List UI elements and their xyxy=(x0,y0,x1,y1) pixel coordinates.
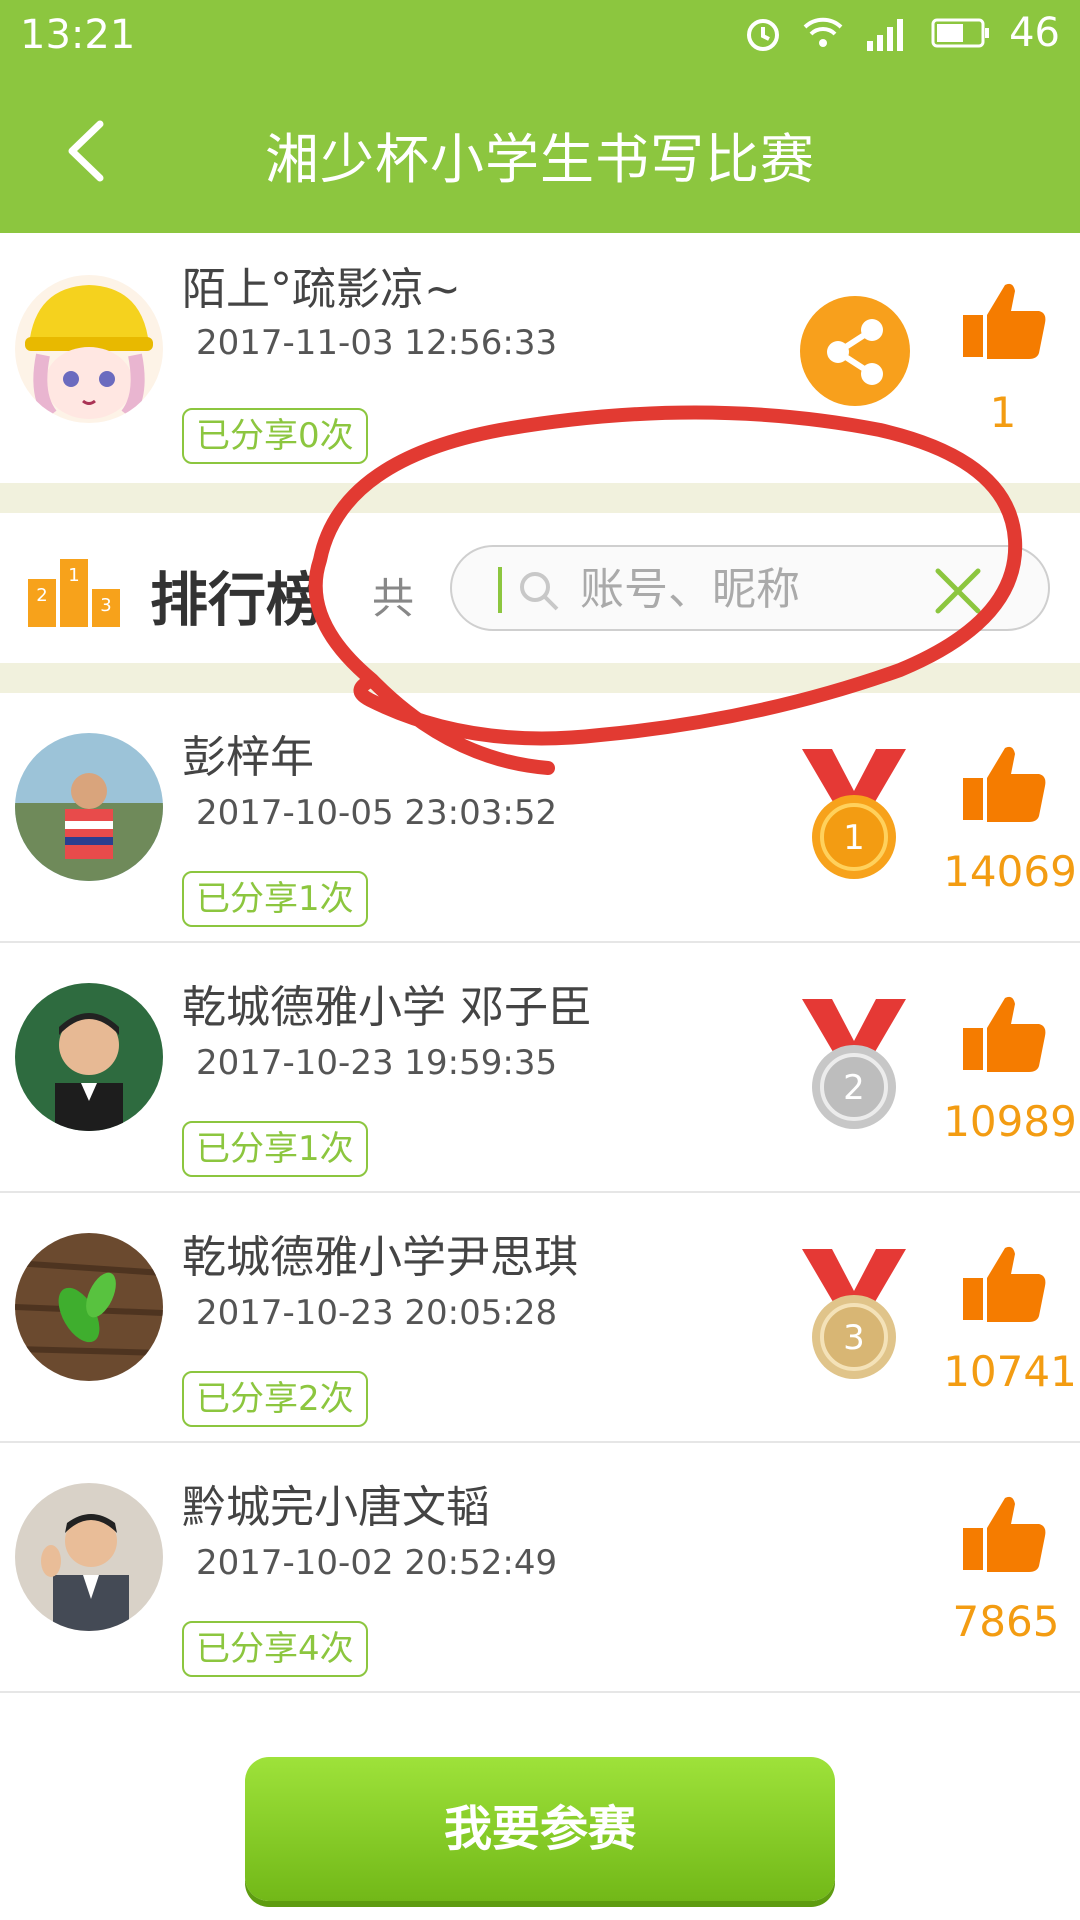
podium-icon: 213 xyxy=(28,559,120,627)
ranking-header: 213 排行榜 共 xyxy=(0,513,1080,663)
current-user-card: 陌上°疏影凉~ 2017-11-03 12:56:33 已分享0次 1 xyxy=(0,233,1080,483)
entry-date: 2017-10-05 23:03:52 xyxy=(196,793,558,833)
shared-count-badge: 已分享4次 xyxy=(182,1621,368,1677)
entry-name: 彭梓年 xyxy=(182,732,314,783)
share-button[interactable] xyxy=(800,296,910,406)
shared-count-badge: 已分享0次 xyxy=(182,408,368,464)
entry-name: 黔城完小唐文韬 xyxy=(182,1482,490,1533)
avatar xyxy=(15,1233,163,1381)
section-divider xyxy=(0,483,1080,513)
like-count: 10989 xyxy=(943,1097,1077,1146)
status-time: 13:21 xyxy=(20,12,136,58)
thumbs-up-icon[interactable] xyxy=(955,1488,1051,1584)
ranking-row[interactable]: 乾城德雅小学 邓子臣 2017-10-23 19:59:35 已分享1次 2 1… xyxy=(0,943,1080,1193)
like-count: 14069 xyxy=(943,847,1077,896)
search-icon xyxy=(520,572,559,611)
search-box[interactable] xyxy=(450,545,1050,631)
top-app-bar: 13:21 46 湘少杯小学生书写比赛 xyxy=(0,0,1080,233)
signal-icon xyxy=(867,19,904,51)
wifi-icon xyxy=(803,17,843,47)
entry-date: 2017-10-23 19:59:35 xyxy=(196,1043,558,1083)
alarm-icon xyxy=(747,19,780,51)
user-name: 陌上°疏影凉~ xyxy=(182,264,461,315)
section-divider xyxy=(0,663,1080,693)
text-cursor xyxy=(498,567,502,613)
share-icon xyxy=(827,319,883,385)
svg-text:2: 2 xyxy=(843,1068,865,1108)
entry-name: 乾城德雅小学 邓子臣 xyxy=(182,982,592,1033)
status-bar: 13:21 46 xyxy=(0,0,1080,66)
shared-count-badge: 已分享1次 xyxy=(182,871,368,927)
entry-date: 2017-10-02 20:52:49 xyxy=(196,1543,558,1583)
ranking-row[interactable]: 黔城完小唐文韬 2017-10-02 20:52:49 已分享4次 7865 xyxy=(0,1443,1080,1693)
battery-icon xyxy=(931,18,990,48)
avatar xyxy=(15,1483,163,1631)
shared-count-badge: 已分享2次 xyxy=(182,1371,368,1427)
thumbs-up-icon[interactable] xyxy=(955,1238,1051,1334)
like-count: 10741 xyxy=(943,1347,1077,1396)
svg-text:1: 1 xyxy=(68,565,79,586)
shared-count-badge: 已分享1次 xyxy=(182,1121,368,1177)
silver-medal-icon: 2 xyxy=(802,999,906,1129)
gold-medal-icon: 1 xyxy=(802,749,906,879)
svg-text:3: 3 xyxy=(843,1318,865,1358)
entry-date: 2017-10-23 20:05:28 xyxy=(196,1293,558,1333)
ranking-row[interactable]: 彭梓年 2017-10-05 23:03:52 已分享1次 1 14069 xyxy=(0,693,1080,943)
avatar xyxy=(15,733,163,881)
svg-text:2: 2 xyxy=(36,585,47,606)
svg-text:3: 3 xyxy=(100,595,111,616)
thumbs-up-icon[interactable] xyxy=(955,275,1051,371)
status-icons: 46 xyxy=(743,10,1060,56)
clear-icon[interactable] xyxy=(932,565,984,617)
user-date: 2017-11-03 12:56:33 xyxy=(196,323,558,363)
ranking-row[interactable]: 乾城德雅小学尹思琪 2017-10-23 20:05:28 已分享2次 3 10… xyxy=(0,1193,1080,1443)
entry-name: 乾城德雅小学尹思琪 xyxy=(182,1232,578,1283)
page-title: 湘少杯小学生书写比赛 xyxy=(265,128,815,191)
search-input[interactable] xyxy=(580,561,940,617)
like-count: 7865 xyxy=(952,1597,1060,1646)
thumbs-up-icon[interactable] xyxy=(955,738,1051,834)
bronze-medal-icon: 3 xyxy=(802,1249,906,1379)
avatar xyxy=(15,275,163,423)
battery-level: 46 xyxy=(1009,10,1060,56)
ranking-title: 排行榜 xyxy=(150,566,325,634)
total-label: 共 xyxy=(372,574,415,623)
like-count: 1 xyxy=(989,388,1017,437)
thumbs-up-icon[interactable] xyxy=(955,988,1051,1084)
join-competition-button[interactable]: 我要参赛 xyxy=(245,1757,835,1901)
avatar xyxy=(15,983,163,1131)
svg-text:1: 1 xyxy=(843,818,865,858)
